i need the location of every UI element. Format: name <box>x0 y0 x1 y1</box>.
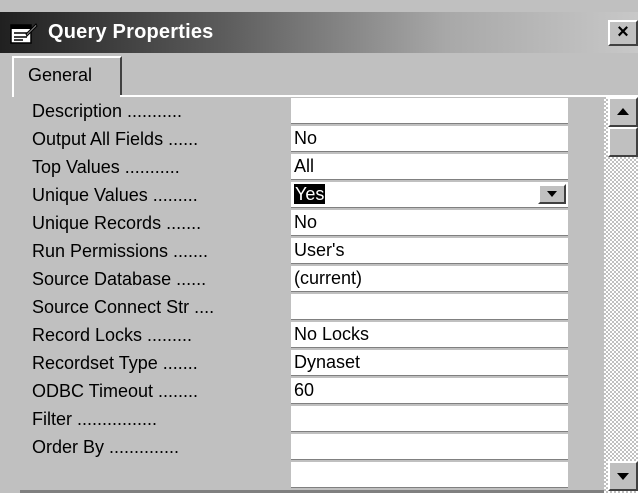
selected-value-text: Yes <box>294 184 326 204</box>
property-label: Description ........... <box>32 101 183 121</box>
odbc-timeout-field[interactable]: 60 <box>291 378 568 404</box>
property-row-source-database: Source Database ...... (current) <box>20 265 604 293</box>
property-label: Filter ................ <box>32 409 158 429</box>
property-row-unique-records: Unique Records ....... No <box>20 209 604 237</box>
tab-general[interactable]: General <box>12 56 122 96</box>
property-label: Top Values ........... <box>32 157 180 177</box>
scrollbar-thumb[interactable] <box>608 127 638 157</box>
top-values-field[interactable]: All <box>291 154 568 180</box>
property-row-record-locks: Record Locks ......... No Locks <box>20 321 604 349</box>
window-title: Query Properties <box>48 21 214 43</box>
property-label <box>32 461 290 489</box>
dropdown-button[interactable] <box>538 184 566 204</box>
scroll-up-arrow-icon <box>617 108 629 115</box>
property-row-output-all-fields: Output All Fields ...... No <box>20 125 604 153</box>
partial-field[interactable] <box>291 462 568 488</box>
scroll-down-arrow-icon <box>617 473 629 480</box>
property-label: Unique Values ......... <box>32 185 198 205</box>
properties-sheet-icon <box>10 23 38 44</box>
output-all-fields-field[interactable]: No <box>291 126 568 152</box>
property-row-unique-values: Unique Values ......... Yes <box>20 181 604 209</box>
property-label: ODBC Timeout ........ <box>32 381 199 401</box>
source-connect-str-field[interactable] <box>291 294 568 320</box>
property-row-odbc-timeout: ODBC Timeout ........ 60 <box>20 377 604 405</box>
filter-field[interactable] <box>291 406 568 432</box>
close-button[interactable]: × <box>608 20 638 46</box>
run-permissions-field[interactable]: User's <box>291 238 568 264</box>
property-label: Unique Records ....... <box>32 213 202 233</box>
query-properties-window: Query Properties × General Description .… <box>0 0 638 493</box>
record-locks-field[interactable]: No Locks <box>291 322 568 348</box>
property-row-filter: Filter ................ <box>20 405 604 433</box>
scroll-up-button[interactable] <box>608 97 638 127</box>
close-icon: × <box>617 21 629 43</box>
property-label: Order By .............. <box>32 437 180 457</box>
property-row-order-by: Order By .............. <box>20 433 604 461</box>
recordset-type-field[interactable]: Dynaset <box>291 350 568 376</box>
property-label: Output All Fields ...... <box>32 129 199 149</box>
property-row-partial <box>20 461 604 489</box>
property-row-source-connect-str: Source Connect Str .... <box>20 293 604 321</box>
scroll-down-button[interactable] <box>608 461 638 491</box>
order-by-field[interactable] <box>291 434 568 460</box>
property-label: Source Connect Str .... <box>32 297 215 317</box>
property-row-recordset-type: Recordset Type ....... Dynaset <box>20 349 604 377</box>
vertical-scrollbar[interactable] <box>604 97 638 493</box>
property-label: Recordset Type ....... <box>32 353 198 373</box>
property-label: Run Permissions ....... <box>32 241 209 261</box>
unique-values-select[interactable]: Yes <box>291 182 568 208</box>
source-database-field[interactable]: (current) <box>291 266 568 292</box>
property-label: Record Locks ......... <box>32 325 193 345</box>
property-row-top-values: Top Values ........... All <box>20 153 604 181</box>
property-label: Source Database ...... <box>32 269 207 289</box>
property-row-description: Description ........... <box>20 97 604 125</box>
chevron-down-icon <box>547 191 557 197</box>
property-row-run-permissions: Run Permissions ....... User's <box>20 237 604 265</box>
description-field[interactable] <box>291 98 568 124</box>
unique-records-field[interactable]: No <box>291 210 568 236</box>
property-grid: Description ........... Output All Field… <box>20 97 604 493</box>
title-bar[interactable]: Query Properties × <box>0 12 638 53</box>
